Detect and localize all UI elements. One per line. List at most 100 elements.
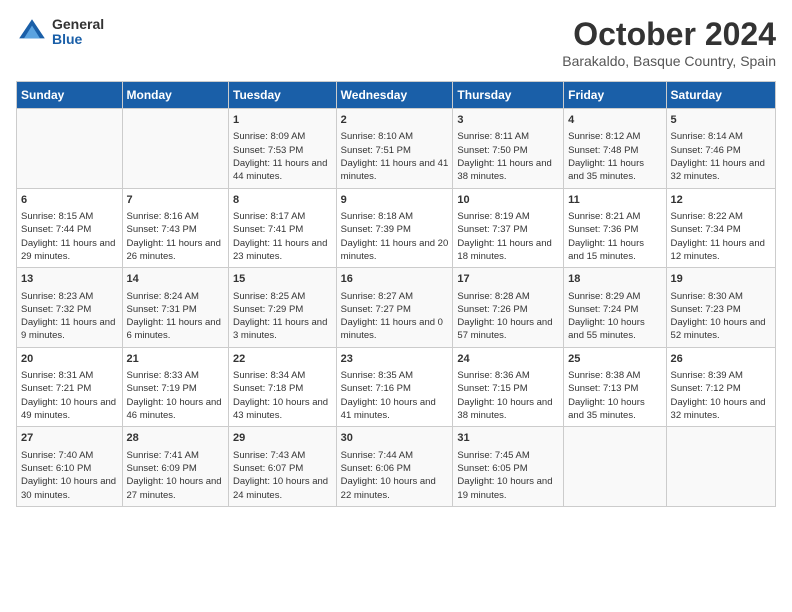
calendar-day-cell: 22 Sunrise: 8:34 AMSunset: 7:18 PMDayligh… <box>229 347 337 427</box>
day-info: Sunrise: 8:15 AMSunset: 7:44 PMDaylight:… <box>21 210 118 263</box>
logo: General Blue <box>16 16 104 48</box>
day-number: 30 <box>341 431 449 446</box>
day-number: 15 <box>233 272 332 287</box>
day-info: Sunrise: 7:45 AMSunset: 6:05 PMDaylight:… <box>457 449 559 502</box>
day-info: Sunrise: 8:18 AMSunset: 7:39 PMDaylight:… <box>341 210 449 263</box>
day-info: Sunrise: 8:33 AMSunset: 7:19 PMDaylight:… <box>127 369 224 422</box>
day-of-week-header: Tuesday <box>229 82 337 109</box>
calendar-day-cell: 3 Sunrise: 8:11 AMSunset: 7:50 PMDaylight… <box>453 109 564 189</box>
calendar-day-cell: 25 Sunrise: 8:38 AMSunset: 7:13 PMDayligh… <box>564 347 666 427</box>
calendar-day-cell: 15 Sunrise: 8:25 AMSunset: 7:29 PMDayligh… <box>229 268 337 348</box>
day-info: Sunrise: 8:14 AMSunset: 7:46 PMDaylight:… <box>671 130 771 183</box>
day-number: 6 <box>21 193 118 208</box>
calendar-day-cell: 12 Sunrise: 8:22 AMSunset: 7:34 PMDayligh… <box>666 188 775 268</box>
day-of-week-header: Friday <box>564 82 666 109</box>
calendar-day-cell <box>564 427 666 507</box>
day-number: 16 <box>341 272 449 287</box>
day-info: Sunrise: 8:38 AMSunset: 7:13 PMDaylight:… <box>568 369 661 422</box>
day-info: Sunrise: 8:31 AMSunset: 7:21 PMDaylight:… <box>21 369 118 422</box>
day-number: 26 <box>671 352 771 367</box>
logo-blue: Blue <box>52 32 104 47</box>
day-number: 28 <box>127 431 224 446</box>
day-info: Sunrise: 8:16 AMSunset: 7:43 PMDaylight:… <box>127 210 224 263</box>
calendar-day-cell: 28 Sunrise: 7:41 AMSunset: 6:09 PMDayligh… <box>122 427 228 507</box>
day-info: Sunrise: 8:36 AMSunset: 7:15 PMDaylight:… <box>457 369 559 422</box>
calendar-day-cell: 27Sunrise: 7:40 AMSunset: 6:10 PMDayligh… <box>17 427 123 507</box>
day-info: Sunrise: 8:29 AMSunset: 7:24 PMDaylight:… <box>568 290 661 343</box>
day-number: 20 <box>21 352 118 367</box>
day-number: 1 <box>233 113 332 128</box>
day-number: 31 <box>457 431 559 446</box>
day-info: Sunrise: 7:41 AMSunset: 6:09 PMDaylight:… <box>127 449 224 502</box>
calendar-day-cell: 20 Sunrise: 8:31 AMSunset: 7:21 PMDayligh… <box>17 347 123 427</box>
calendar-header-row: SundayMondayTuesdayWednesdayThursdayFrid… <box>17 82 776 109</box>
calendar-table: SundayMondayTuesdayWednesdayThursdayFrid… <box>16 81 776 507</box>
calendar-day-cell: 16 Sunrise: 8:27 AMSunset: 7:27 PMDayligh… <box>336 268 453 348</box>
day-number: 8 <box>233 193 332 208</box>
day-number: 2 <box>341 113 449 128</box>
day-number: 12 <box>671 193 771 208</box>
day-number: 27 <box>21 431 118 446</box>
day-info: Sunrise: 8:28 AMSunset: 7:26 PMDaylight:… <box>457 290 559 343</box>
calendar-week-row: 1Sunrise: 8:09 AMSunset: 7:53 PMDaylight… <box>17 109 776 189</box>
day-number: 22 <box>233 352 332 367</box>
day-of-week-header: Wednesday <box>336 82 453 109</box>
day-number: 5 <box>671 113 771 128</box>
calendar-day-cell: 9 Sunrise: 8:18 AMSunset: 7:39 PMDaylight… <box>336 188 453 268</box>
calendar-day-cell: 1Sunrise: 8:09 AMSunset: 7:53 PMDaylight… <box>229 109 337 189</box>
calendar-day-cell: 7Sunrise: 8:16 AMSunset: 7:43 PMDaylight… <box>122 188 228 268</box>
calendar-day-cell: 14Sunrise: 8:24 AMSunset: 7:31 PMDayligh… <box>122 268 228 348</box>
day-number: 3 <box>457 113 559 128</box>
calendar-week-row: 27Sunrise: 7:40 AMSunset: 6:10 PMDayligh… <box>17 427 776 507</box>
day-info: Sunrise: 7:44 AMSunset: 6:06 PMDaylight:… <box>341 449 449 502</box>
day-info: Sunrise: 8:19 AMSunset: 7:37 PMDaylight:… <box>457 210 559 263</box>
day-of-week-header: Thursday <box>453 82 564 109</box>
day-info: Sunrise: 8:11 AMSunset: 7:50 PMDaylight:… <box>457 130 559 183</box>
day-info: Sunrise: 8:30 AMSunset: 7:23 PMDaylight:… <box>671 290 771 343</box>
calendar-day-cell: 4Sunrise: 8:12 AMSunset: 7:48 PMDaylight… <box>564 109 666 189</box>
page-header: General Blue October 2024 Barakaldo, Bas… <box>16 16 776 69</box>
calendar-day-cell: 11Sunrise: 8:21 AMSunset: 7:36 PMDayligh… <box>564 188 666 268</box>
title-block: October 2024 Barakaldo, Basque Country, … <box>562 16 776 69</box>
calendar-day-cell <box>122 109 228 189</box>
day-info: Sunrise: 8:39 AMSunset: 7:12 PMDaylight:… <box>671 369 771 422</box>
day-number: 9 <box>341 193 449 208</box>
calendar-day-cell <box>17 109 123 189</box>
calendar-day-cell: 24Sunrise: 8:36 AMSunset: 7:15 PMDayligh… <box>453 347 564 427</box>
calendar-week-row: 13Sunrise: 8:23 AMSunset: 7:32 PMDayligh… <box>17 268 776 348</box>
calendar-day-cell: 21 Sunrise: 8:33 AMSunset: 7:19 PMDayligh… <box>122 347 228 427</box>
day-number: 21 <box>127 352 224 367</box>
day-number: 29 <box>233 431 332 446</box>
day-of-week-header: Sunday <box>17 82 123 109</box>
day-of-week-header: Monday <box>122 82 228 109</box>
day-info: Sunrise: 8:23 AMSunset: 7:32 PMDaylight:… <box>21 290 118 343</box>
calendar-day-cell: 29Sunrise: 7:43 AMSunset: 6:07 PMDayligh… <box>229 427 337 507</box>
day-number: 19 <box>671 272 771 287</box>
calendar-day-cell: 23 Sunrise: 8:35 AMSunset: 7:16 PMDayligh… <box>336 347 453 427</box>
day-info: Sunrise: 8:25 AMSunset: 7:29 PMDaylight:… <box>233 290 332 343</box>
day-number: 11 <box>568 193 661 208</box>
calendar-day-cell <box>666 427 775 507</box>
logo-icon <box>16 16 48 48</box>
day-info: Sunrise: 8:35 AMSunset: 7:16 PMDaylight:… <box>341 369 449 422</box>
day-info: Sunrise: 8:22 AMSunset: 7:34 PMDaylight:… <box>671 210 771 263</box>
month-title: October 2024 <box>562 16 776 53</box>
calendar-day-cell: 2 Sunrise: 8:10 AMSunset: 7:51 PMDaylight… <box>336 109 453 189</box>
day-number: 10 <box>457 193 559 208</box>
calendar-day-cell: 26 Sunrise: 8:39 AMSunset: 7:12 PMDayligh… <box>666 347 775 427</box>
day-info: Sunrise: 8:10 AMSunset: 7:51 PMDaylight:… <box>341 130 449 183</box>
day-info: Sunrise: 8:12 AMSunset: 7:48 PMDaylight:… <box>568 130 661 183</box>
day-number: 23 <box>341 352 449 367</box>
day-info: Sunrise: 8:27 AMSunset: 7:27 PMDaylight:… <box>341 290 449 343</box>
calendar-day-cell: 6 Sunrise: 8:15 AMSunset: 7:44 PMDaylight… <box>17 188 123 268</box>
calendar-day-cell: 13Sunrise: 8:23 AMSunset: 7:32 PMDayligh… <box>17 268 123 348</box>
logo-text: General Blue <box>52 17 104 48</box>
day-number: 25 <box>568 352 661 367</box>
day-number: 18 <box>568 272 661 287</box>
calendar-day-cell: 18 Sunrise: 8:29 AMSunset: 7:24 PMDayligh… <box>564 268 666 348</box>
day-info: Sunrise: 8:34 AMSunset: 7:18 PMDaylight:… <box>233 369 332 422</box>
logo-general: General <box>52 17 104 32</box>
calendar-day-cell: 8Sunrise: 8:17 AMSunset: 7:41 PMDaylight… <box>229 188 337 268</box>
calendar-week-row: 20 Sunrise: 8:31 AMSunset: 7:21 PMDayligh… <box>17 347 776 427</box>
calendar-day-cell: 30 Sunrise: 7:44 AMSunset: 6:06 PMDayligh… <box>336 427 453 507</box>
